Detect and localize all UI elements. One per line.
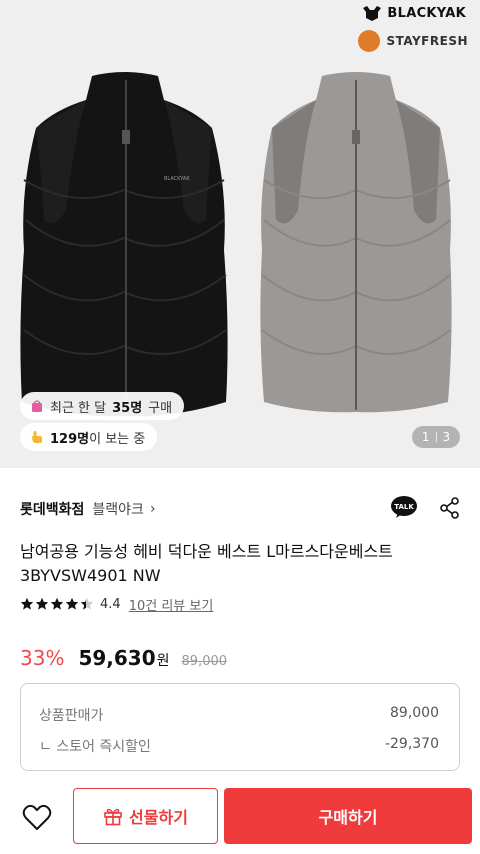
gift-button[interactable]: 선물하기: [73, 788, 218, 844]
product-image-carousel[interactable]: BLACKYAK STAYFRESH BLACKYAK 최근 한 달 35명 구…: [0, 0, 480, 468]
grey-vest-image: [260, 72, 452, 413]
talk-icon[interactable]: TALK: [390, 495, 418, 519]
shopping-bag-icon: [32, 400, 42, 412]
recent-purchase-prefix: 최근 한 달: [50, 400, 107, 416]
price-row: 33% 59,630 원 89,000: [20, 646, 227, 674]
rating-stars: [20, 597, 94, 611]
star-icon: [65, 597, 79, 610]
original-price: 89,000: [181, 654, 228, 669]
store-row: 롯데백화점 블랙야크 › TALK: [20, 495, 460, 521]
rating-score: 4.4: [100, 596, 121, 612]
viewers-badge: 129명이 보는 중: [20, 423, 158, 451]
stayfresh-logo: STAYFRESH: [358, 30, 468, 52]
heart-icon[interactable]: [22, 804, 52, 832]
price-breakdown: 상품판매가 89,000 ㄴ 스토어 즉시할인 -29,370: [20, 683, 460, 771]
recent-purchase-badge: 최근 한 달 35명 구매: [20, 392, 185, 420]
gift-button-label: 선물하기: [129, 808, 188, 827]
breakdown-label: ㄴ 스토어 즉시할인: [39, 739, 151, 755]
bottom-action-bar: 선물하기 구매하기: [0, 782, 480, 854]
reviews-link[interactable]: 10건 리뷰 보기: [129, 595, 214, 614]
brand-link[interactable]: 블랙야크: [92, 499, 144, 519]
talk-icon-label: TALK: [394, 503, 414, 511]
discount-rate: 33%: [20, 646, 65, 670]
star-icon: [20, 597, 34, 610]
gift-icon: [104, 808, 122, 826]
currency-unit: 원: [156, 653, 170, 669]
pointing-hand-icon: [32, 431, 42, 443]
sun-icon: [358, 30, 381, 52]
breakdown-value: 89,000: [390, 705, 439, 721]
yak-logo-icon: [363, 6, 382, 21]
image-pager: 1 3: [412, 426, 460, 448]
viewers-count: 129명: [50, 431, 90, 447]
share-icon[interactable]: [440, 497, 460, 519]
product-title: 남여공용 기능성 헤비 덕다운 베스트 L마르스다운베스트 3BYVSW4901…: [20, 542, 393, 585]
recent-purchase-suffix: 구매: [148, 400, 173, 416]
stayfresh-text: STAYFRESH: [386, 34, 468, 48]
brand-logo: BLACKYAK: [361, 4, 466, 22]
pager-total: 3: [442, 430, 451, 444]
buy-button[interactable]: 구매하기: [224, 788, 472, 844]
viewers-suffix: 이 보는 중: [89, 431, 146, 447]
buy-button-label: 구매하기: [318, 808, 378, 827]
chevron-right-icon[interactable]: ›: [150, 501, 156, 517]
sale-price: 59,630: [78, 646, 156, 670]
star-icon: [50, 597, 64, 610]
star-icon: [80, 597, 94, 610]
pager-separator: [435, 432, 437, 442]
brand-logo-text: BLACKYAK: [387, 5, 466, 21]
vest-print-text: BLACKYAK: [164, 176, 190, 182]
breakdown-value: -29,370: [384, 736, 439, 752]
breakdown-label: 상품판매가: [39, 708, 104, 724]
star-icon: [35, 597, 49, 610]
breakdown-row: 상품판매가 89,000: [39, 705, 439, 725]
pager-current: 1: [421, 430, 430, 444]
store-name[interactable]: 롯데백화점: [20, 499, 84, 519]
breakdown-row: ㄴ 스토어 즉시할인 -29,370: [39, 736, 439, 756]
rating-row: 4.4 10건 리뷰 보기: [20, 594, 213, 614]
black-vest-image: BLACKYAK: [20, 72, 228, 417]
recent-purchase-count: 35명: [112, 400, 143, 416]
